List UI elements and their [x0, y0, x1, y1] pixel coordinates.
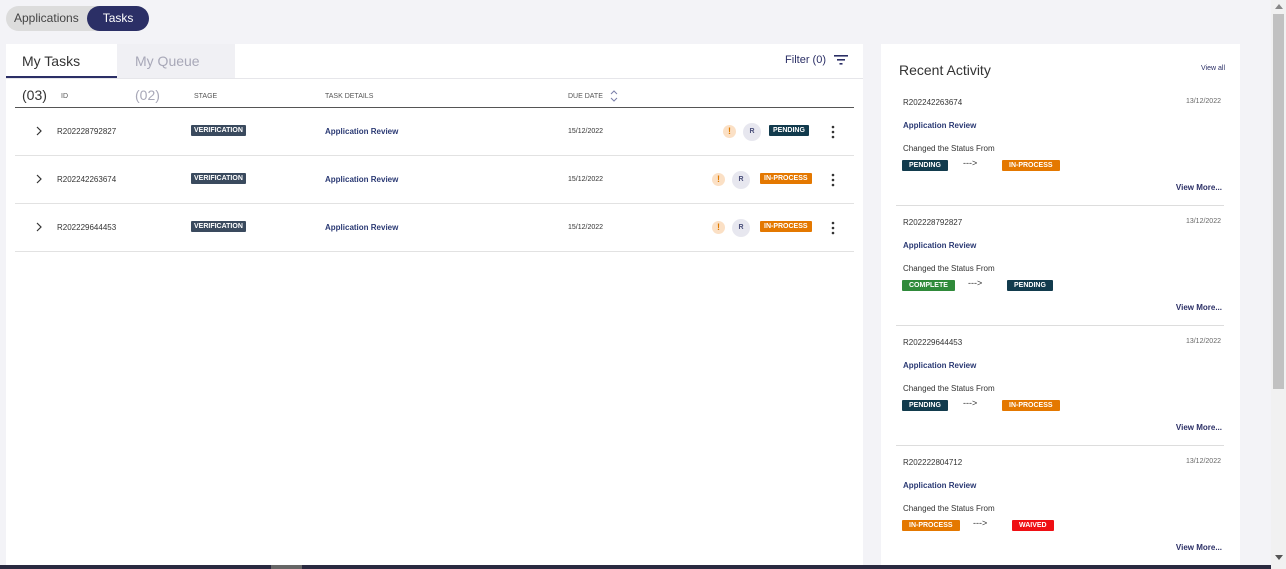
task-tabs: My Tasks (03) My Queue (02)	[6, 44, 235, 103]
activity-item: R202242263674 13/12/2022 Application Rev…	[896, 86, 1224, 206]
status-from-badge: IN-PROCESS	[902, 520, 960, 531]
due-date: 15/12/2022	[568, 224, 604, 231]
view-more-link[interactable]: View More...	[1176, 543, 1222, 552]
stage-badge: VERIFICATION	[191, 125, 246, 136]
activity-id: R202228792827	[903, 218, 963, 227]
activity-date: 13/12/2022	[1185, 218, 1221, 225]
scroll-up-icon[interactable]	[1275, 4, 1283, 9]
chevron-right-icon[interactable]	[36, 222, 43, 232]
scroll-down-icon[interactable]	[1275, 555, 1283, 560]
recent-activity-title: Recent Activity	[899, 62, 991, 78]
filter-icon	[834, 55, 848, 65]
status-to-badge: WAIVED	[1012, 520, 1054, 531]
task-details-link[interactable]: Application Review	[325, 223, 398, 232]
table-row[interactable]: R202242263674 VERIFICATION Application R…	[15, 156, 854, 204]
alert-icon: !	[712, 221, 725, 234]
toggle-applications[interactable]: Applications	[6, 6, 87, 31]
activity-id: R202242263674	[903, 98, 963, 107]
task-id: R202242263674	[57, 175, 117, 184]
activity-title-link[interactable]: Application Review	[903, 481, 976, 490]
view-toggle: Applications Tasks	[6, 6, 150, 31]
task-id: R202228792827	[57, 127, 117, 136]
status-from-badge: PENDING	[902, 160, 948, 171]
scrollbar-thumb[interactable]	[1273, 14, 1284, 389]
horizontal-scrollbar-thumb[interactable]	[271, 565, 302, 569]
status-arrow: --->	[963, 398, 978, 408]
stage-badge: VERIFICATION	[191, 221, 246, 232]
activity-title-link[interactable]: Application Review	[903, 241, 976, 250]
activity-text: Changed the Status From	[903, 144, 995, 153]
task-details-link[interactable]: Application Review	[325, 127, 398, 136]
activity-id: R202222804712	[903, 458, 963, 467]
view-more-link[interactable]: View More...	[1176, 183, 1222, 192]
column-task-details: TASK DETAILS	[325, 93, 374, 100]
tab-my-tasks[interactable]: My Tasks (03)	[6, 44, 117, 103]
avatar[interactable]: R	[732, 171, 750, 189]
task-id: R202229644453	[57, 223, 117, 232]
tasks-panel: My Tasks (03) My Queue (02) Filter (0) I…	[6, 44, 863, 569]
activity-text: Changed the Status From	[903, 504, 995, 513]
status-from-badge: COMPLETE	[902, 280, 955, 291]
column-stage: STAGE	[194, 93, 218, 100]
status-arrow: --->	[968, 278, 983, 288]
table-header: ID STAGE TASK DETAILS DUE DATE	[15, 88, 854, 108]
alert-icon: !	[712, 173, 725, 186]
status-arrow: --->	[963, 158, 978, 168]
vertical-scrollbar[interactable]	[1271, 0, 1286, 569]
table-row[interactable]: R202228792827 VERIFICATION Application R…	[15, 108, 854, 156]
activity-id: R202229644453	[903, 338, 963, 347]
status-to-badge: PENDING	[1007, 280, 1053, 291]
activity-text: Changed the Status From	[903, 384, 995, 393]
avatar[interactable]: R	[743, 123, 761, 141]
avatar[interactable]: R	[732, 219, 750, 237]
activity-item: R202222804712 13/12/2022 Application Rev…	[896, 446, 1224, 566]
column-id: ID	[61, 93, 68, 100]
recent-activity-panel: Recent Activity View all R202242263674 1…	[881, 44, 1240, 569]
status-badge: PENDING	[769, 125, 809, 136]
task-details-link[interactable]: Application Review	[325, 175, 398, 184]
status-arrow: --->	[973, 518, 988, 528]
filter-button[interactable]: Filter (0)	[785, 54, 848, 66]
activity-date: 13/12/2022	[1185, 98, 1221, 105]
due-date: 15/12/2022	[568, 128, 604, 135]
tabs-divider	[6, 78, 863, 79]
view-more-link[interactable]: View More...	[1176, 303, 1222, 312]
due-date: 15/12/2022	[568, 176, 604, 183]
alert-icon: !	[723, 125, 736, 138]
activity-item: R202229644453 13/12/2022 Application Rev…	[896, 326, 1224, 446]
stage-badge: VERIFICATION	[191, 173, 246, 184]
view-all-link[interactable]: View all	[1201, 65, 1225, 72]
status-badge: IN-PROCESS	[760, 173, 812, 184]
activity-date: 13/12/2022	[1185, 338, 1221, 345]
column-due-date: DUE DATE	[568, 93, 603, 100]
chevron-right-icon[interactable]	[36, 174, 43, 184]
activity-text: Changed the Status From	[903, 264, 995, 273]
kebab-menu-icon[interactable]	[831, 221, 835, 235]
kebab-menu-icon[interactable]	[831, 173, 835, 187]
activity-title-link[interactable]: Application Review	[903, 121, 976, 130]
status-to-badge: IN-PROCESS	[1002, 400, 1060, 411]
status-from-badge: PENDING	[902, 400, 948, 411]
sort-icon[interactable]	[610, 90, 618, 102]
tab-my-queue[interactable]: My Queue (02)	[117, 44, 235, 103]
activity-item: R202228792827 13/12/2022 Application Rev…	[896, 206, 1224, 326]
toggle-tasks[interactable]: Tasks	[86, 6, 150, 31]
kebab-menu-icon[interactable]	[831, 125, 835, 139]
chevron-right-icon[interactable]	[36, 126, 43, 136]
horizontal-scrollbar[interactable]	[0, 565, 1271, 569]
filter-label: Filter (0)	[785, 54, 826, 66]
view-more-link[interactable]: View More...	[1176, 423, 1222, 432]
activity-title-link[interactable]: Application Review	[903, 361, 976, 370]
status-badge: IN-PROCESS	[760, 221, 812, 232]
status-to-badge: IN-PROCESS	[1002, 160, 1060, 171]
activity-date: 13/12/2022	[1185, 458, 1221, 465]
table-row[interactable]: R202229644453 VERIFICATION Application R…	[15, 204, 854, 252]
